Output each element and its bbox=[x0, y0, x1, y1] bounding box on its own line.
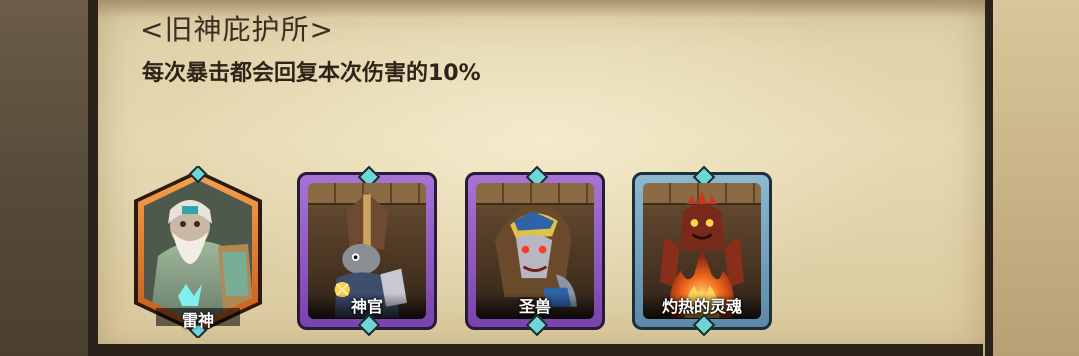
card-name: 雷神 bbox=[181, 311, 214, 330]
card-name: 灼热的灵魂 bbox=[661, 297, 742, 316]
set-description: 每次暴击都会回复本次伤害的10% bbox=[142, 61, 481, 86]
card-holy-beast[interactable]: 圣兽 bbox=[465, 165, 605, 337]
card-scorching-soul[interactable]: 灼热的灵魂 bbox=[632, 165, 772, 337]
card-name: 圣兽 bbox=[518, 297, 551, 316]
left-wood-frame bbox=[0, 0, 98, 356]
right-wood-frame bbox=[983, 0, 1079, 356]
bottom-border bbox=[98, 344, 983, 356]
card-priest[interactable]: 神官 bbox=[297, 165, 437, 337]
set-title: <旧神庇护所> bbox=[140, 13, 334, 46]
card-thunder-god[interactable]: 雷神 bbox=[128, 164, 268, 340]
card-name: 神官 bbox=[350, 297, 383, 316]
game-panel: <旧神庇护所> 每次暴击都会回复本次伤害的10% 雷神 神官 圣兽 灼热的灵魂 bbox=[0, 0, 1079, 356]
